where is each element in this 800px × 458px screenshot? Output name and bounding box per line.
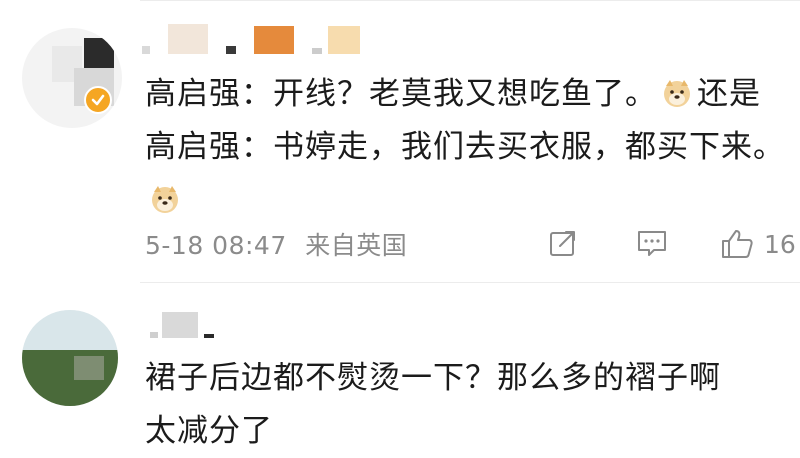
share-icon bbox=[548, 228, 578, 258]
doge-emoji-icon bbox=[661, 73, 693, 107]
like-icon bbox=[720, 228, 754, 260]
comment-text: 裙子后边都不熨烫一下？那么多的褶子啊 太减分了 bbox=[145, 360, 721, 449]
location: 来自英国 bbox=[305, 231, 408, 260]
share-button[interactable] bbox=[548, 228, 578, 258]
avatar[interactable] bbox=[22, 28, 122, 128]
doge-emoji-icon bbox=[149, 179, 181, 213]
comment-divider bbox=[140, 282, 800, 283]
username-censored[interactable] bbox=[142, 24, 378, 54]
avatar[interactable] bbox=[22, 310, 118, 406]
timestamp: 5-18 08:47 bbox=[145, 231, 287, 260]
comment-button[interactable] bbox=[636, 228, 668, 258]
like-button[interactable]: 16 bbox=[720, 228, 796, 260]
username-censored[interactable] bbox=[150, 312, 232, 338]
comment-icon bbox=[636, 228, 668, 258]
like-count: 16 bbox=[764, 229, 796, 259]
verified-badge-icon bbox=[84, 86, 112, 114]
top-divider bbox=[140, 0, 800, 1]
comment-meta: 5-18 08:47 来自英国 bbox=[145, 226, 417, 262]
comment-text: 高启强：开线？老莫我又想吃鱼了。 还是高启强：书婷走，我们去买衣服，都买下来。 bbox=[145, 68, 785, 227]
